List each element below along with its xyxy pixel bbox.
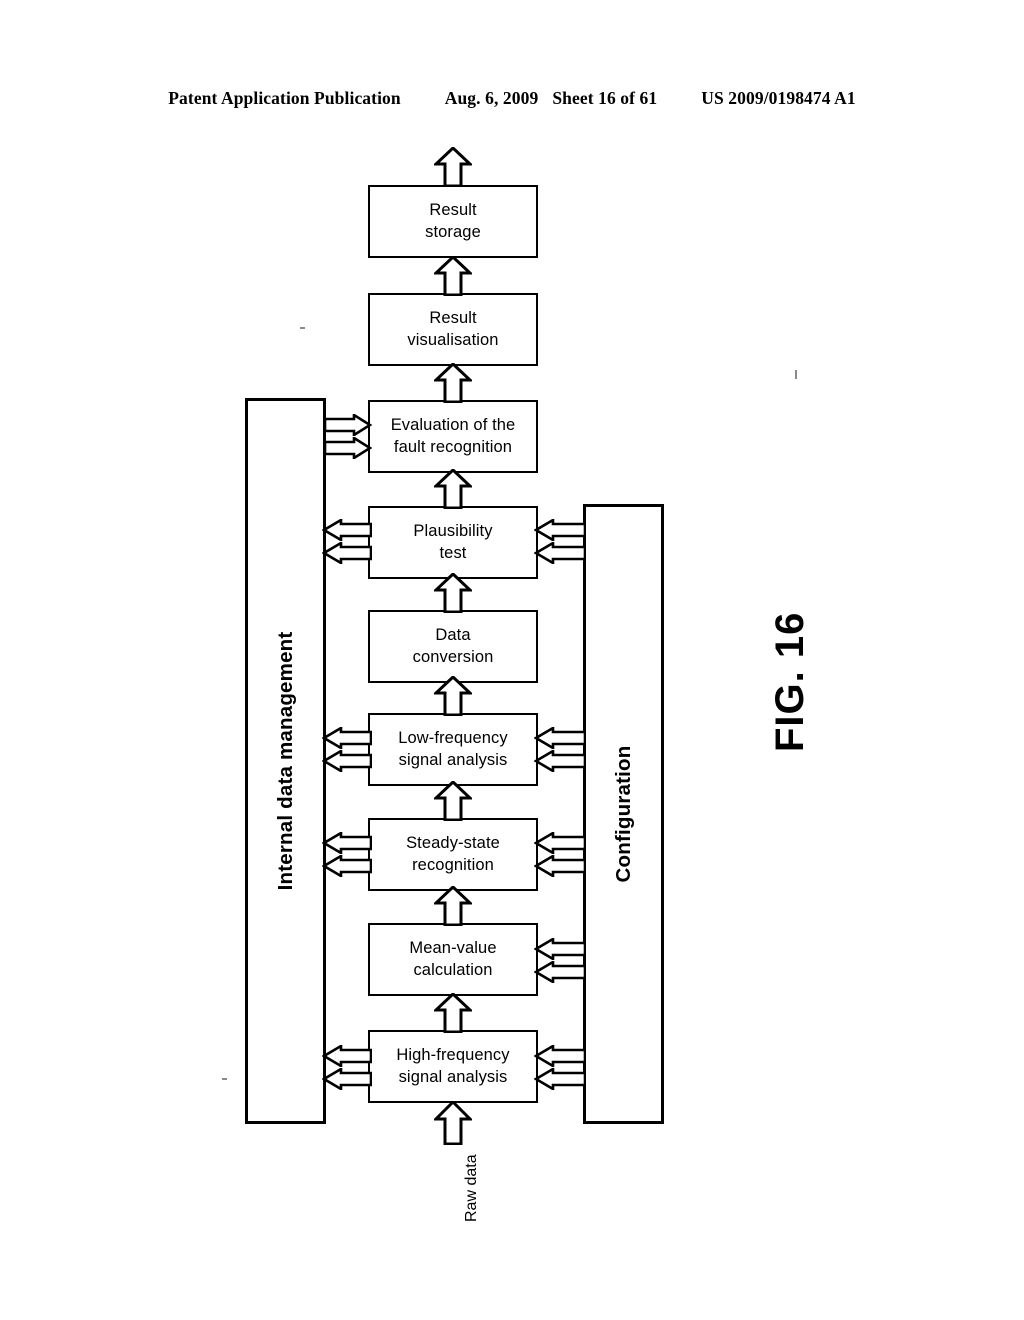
arrow-left-steadystate-to-datamgmt-lower <box>322 855 372 877</box>
arrow-left-configuration-to-plausibility-lower <box>534 542 586 564</box>
raw-data-label: Raw data <box>463 1154 480 1222</box>
arrow-up-visualisation-to-storage <box>434 256 472 296</box>
arrow-left-configuration-to-plausibility-upper <box>534 519 586 541</box>
block-plausibility-test: Plausibility test <box>368 506 538 579</box>
arrow-up-plausibility-to-evaluation <box>434 469 472 509</box>
block-line-1: Data <box>435 625 471 644</box>
block-steady-state-recognition: Steady-state recognition <box>368 818 538 891</box>
block-line-2: storage <box>425 222 481 241</box>
block-text: Steady-state recognition <box>406 833 500 877</box>
arrow-up-highfreq-to-meanvalue <box>434 993 472 1033</box>
block-line-2: fault recognition <box>393 437 513 456</box>
arrow-left-lowfreq-to-datamgmt-lower <box>322 750 372 772</box>
block-data-conversion: Data conversion <box>368 610 538 683</box>
arrow-left-configuration-to-highfreq-upper <box>534 1045 586 1067</box>
block-text: Evaluation of the fault recognition <box>391 415 516 459</box>
arrow-left-configuration-to-highfreq-lower <box>534 1068 586 1090</box>
arrow-left-configuration-to-steadystate-lower <box>534 855 586 877</box>
block-line-2: conversion <box>412 647 494 666</box>
arrow-up-steadystate-to-lowfreq <box>434 781 472 821</box>
arrow-left-lowfreq-to-datamgmt-upper <box>322 727 372 749</box>
block-line-1: Result <box>429 200 477 219</box>
block-line-1: Evaluation of the <box>390 415 516 434</box>
arrow-left-highfreq-to-datamgmt-upper <box>322 1045 372 1067</box>
arrow-up-lowfreq-to-conversion <box>434 676 472 716</box>
figure-number-label: FIG. 16 <box>768 611 812 752</box>
arrow-up-output <box>434 147 472 187</box>
block-line-2: recognition <box>412 855 494 874</box>
scan-speck <box>300 327 305 329</box>
block-line-1: Result <box>429 308 477 327</box>
scan-speck <box>222 1078 227 1080</box>
arrow-left-configuration-to-steadystate-upper <box>534 832 586 854</box>
block-line-1: Mean-value <box>409 938 497 957</box>
block-low-frequency-signal-analysis: Low-frequency signal analysis <box>368 713 538 786</box>
block-line-1: Steady-state <box>406 833 500 852</box>
arrow-right-datamgmt-to-evaluation-upper <box>324 414 372 436</box>
block-mean-value-calculation: Mean-value calculation <box>368 923 538 996</box>
panel-internal-data-management: Internal data management <box>245 398 326 1124</box>
arrow-up-evaluation-to-visualisation <box>434 363 472 403</box>
arrow-left-steadystate-to-datamgmt-upper <box>322 832 372 854</box>
block-text: Plausibility test <box>413 521 492 565</box>
block-text: Data conversion <box>413 625 494 669</box>
block-line-2: test <box>439 543 467 562</box>
scan-speck <box>795 370 797 379</box>
panel-internal-data-management-label: Internal data management <box>273 631 297 891</box>
block-high-frequency-signal-analysis: High-frequency signal analysis <box>368 1030 538 1103</box>
arrow-left-plausibility-to-datamgmt-upper <box>322 519 372 541</box>
arrow-left-configuration-to-meanvalue-lower <box>534 961 586 983</box>
arrow-left-configuration-to-lowfreq-lower <box>534 750 586 772</box>
block-line-1: High-frequency <box>396 1045 510 1064</box>
block-line-1: Plausibility <box>413 521 493 540</box>
arrow-up-meanvalue-to-steadystate <box>434 886 472 926</box>
block-result-visualisation: Result visualisation <box>368 293 538 366</box>
block-text: Mean-value calculation <box>409 938 496 982</box>
arrow-left-highfreq-to-datamgmt-lower <box>322 1068 372 1090</box>
arrow-left-configuration-to-lowfreq-upper <box>534 727 586 749</box>
arrow-left-configuration-to-meanvalue-upper <box>534 938 586 960</box>
block-text: Result storage <box>425 200 481 244</box>
block-line-1: Low-frequency <box>398 728 508 747</box>
block-text: Low-frequency signal analysis <box>398 728 508 772</box>
block-line-2: signal analysis <box>398 750 508 769</box>
patent-figure-16: Internal data management Configuration R… <box>0 0 1024 1320</box>
arrow-up-conversion-to-plausibility <box>434 573 472 613</box>
block-text: Result visualisation <box>407 308 498 352</box>
block-text: High-frequency signal analysis <box>396 1045 509 1089</box>
arrow-right-datamgmt-to-evaluation-lower <box>324 437 372 459</box>
block-line-2: signal analysis <box>398 1067 508 1086</box>
arrow-left-plausibility-to-datamgmt-lower <box>322 542 372 564</box>
panel-configuration: Configuration <box>583 504 664 1124</box>
arrow-up-rawdata-input <box>434 1101 472 1145</box>
block-evaluation-of-fault-recognition: Evaluation of the fault recognition <box>368 400 538 473</box>
block-result-storage: Result storage <box>368 185 538 258</box>
block-line-2: visualisation <box>407 330 499 349</box>
block-line-2: calculation <box>413 960 493 979</box>
panel-configuration-label: Configuration <box>611 745 635 883</box>
